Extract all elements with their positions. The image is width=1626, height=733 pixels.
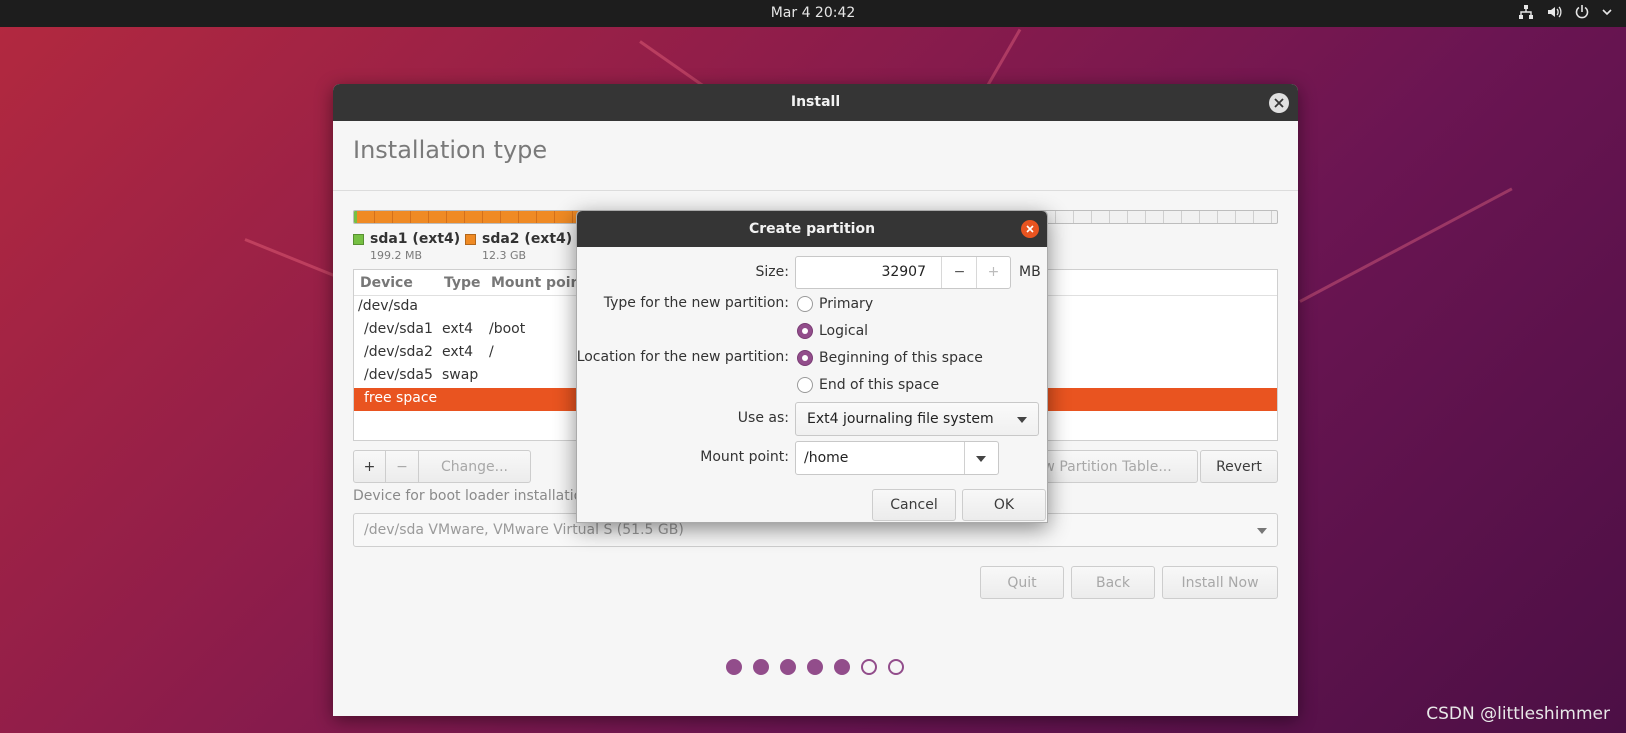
step-dot <box>861 659 877 675</box>
revert-button[interactable]: Revert <box>1200 450 1278 483</box>
column-header-type[interactable]: Type <box>444 275 481 291</box>
size-increment-button[interactable]: + <box>977 257 1010 288</box>
size-label: Size: <box>755 264 789 280</box>
system-tray[interactable] <box>1518 4 1612 20</box>
ok-button[interactable]: OK <box>962 489 1046 521</box>
radio-label: Primary <box>819 296 874 312</box>
network-icon[interactable] <box>1518 4 1534 20</box>
mount-point-input[interactable]: /home <box>804 450 848 466</box>
legend-swatch <box>353 234 364 245</box>
radio-primary[interactable]: Primary <box>797 296 873 312</box>
legend-name: sda2 (ext4) <box>482 231 573 247</box>
chevron-down-icon <box>1017 417 1027 423</box>
size-spinbutton[interactable]: 32907 − + <box>795 256 1011 289</box>
step-progress-indicator <box>726 659 904 675</box>
use-as-label: Use as: <box>737 410 789 426</box>
legend-size: 12.3 GB <box>482 249 527 262</box>
quit-button[interactable]: Quit <box>980 566 1064 599</box>
radio-button[interactable] <box>797 323 813 339</box>
step-dot <box>753 659 769 675</box>
use-as-value: Ext4 journaling file system <box>807 411 994 427</box>
location-label: Location for the new partition: <box>576 349 789 365</box>
radio-label: End of this space <box>819 377 940 393</box>
step-dot <box>780 659 796 675</box>
dialog-title: Create partition <box>748 221 876 237</box>
add-partition-button[interactable]: + <box>353 450 386 483</box>
size-input[interactable]: 32907 <box>881 264 926 280</box>
close-icon <box>1274 98 1284 108</box>
step-dot <box>726 659 742 675</box>
step-dot <box>888 659 904 675</box>
watermark: CSDN @littleshimmer <box>1426 704 1610 724</box>
mount-point-combo[interactable]: /home <box>795 441 999 475</box>
cell-device: /dev/sda5 <box>364 367 433 383</box>
window-close-button[interactable] <box>1269 93 1289 113</box>
chevron-down-icon[interactable] <box>976 456 986 462</box>
radio-end[interactable]: End of this space <box>797 377 939 393</box>
cell-device: free space <box>364 390 438 406</box>
window-title: Install <box>790 94 841 110</box>
partition-type-label: Type for the new partition: <box>603 295 789 311</box>
radio-label: Logical <box>819 323 869 339</box>
chevron-down-icon[interactable] <box>1602 4 1612 20</box>
cell-type: ext4 <box>442 344 474 360</box>
column-header-mount[interactable]: Mount point <box>491 275 587 291</box>
use-as-select[interactable]: Ext4 journaling file system <box>795 402 1039 436</box>
cell-device: /dev/sda2 <box>364 344 433 360</box>
install-now-button[interactable]: Install Now <box>1162 566 1278 599</box>
usage-segment-sda2 <box>357 211 602 223</box>
legend-size: 199.2 MB <box>370 249 423 262</box>
dialog-close-button[interactable] <box>1021 220 1039 238</box>
change-partition-button[interactable]: Change... <box>419 450 531 483</box>
back-button[interactable]: Back <box>1071 566 1155 599</box>
create-partition-dialog: Create partition Size: 32907 − + MB Type… <box>576 210 1048 523</box>
power-icon[interactable] <box>1574 4 1590 20</box>
column-header-device[interactable]: Device <box>360 275 413 291</box>
window-titlebar[interactable]: Install <box>333 84 1298 121</box>
size-decrement-button[interactable]: − <box>942 257 977 288</box>
step-dot <box>807 659 823 675</box>
step-dot <box>834 659 850 675</box>
chevron-down-icon <box>1257 528 1267 534</box>
cell-device: /dev/sda1 <box>364 321 433 337</box>
radio-button[interactable] <box>797 350 813 366</box>
close-icon <box>1026 225 1034 233</box>
cell-mount: / <box>489 344 494 360</box>
legend-item-sda1: sda1 (ext4) 199.2 MB <box>353 231 460 262</box>
radio-button[interactable] <box>797 377 813 393</box>
cell-type: swap <box>442 367 479 383</box>
clock[interactable]: Mar 4 20:42 <box>0 5 1626 21</box>
cancel-button[interactable]: Cancel <box>872 489 956 521</box>
size-unit: MB <box>1019 264 1041 280</box>
volume-icon[interactable] <box>1546 4 1562 20</box>
cell-device: /dev/sda <box>358 298 418 314</box>
boot-loader-label: Device for boot loader installation: <box>353 488 596 504</box>
radio-label: Beginning of this space <box>819 350 983 366</box>
dialog-titlebar[interactable]: Create partition <box>577 211 1047 247</box>
cell-mount: /boot <box>489 321 526 337</box>
divider <box>333 190 1298 191</box>
cell-type: ext4 <box>442 321 474 337</box>
top-bar: Mar 4 20:42 <box>0 0 1626 27</box>
legend-item-sda2: sda2 (ext4) 12.3 GB <box>465 231 572 262</box>
partition-toolbar: + − Change... <box>353 450 531 483</box>
remove-partition-button[interactable]: − <box>386 450 419 483</box>
boot-loader-value: /dev/sda VMware, VMware Virtual S (51.5 … <box>364 522 684 538</box>
radio-logical[interactable]: Logical <box>797 323 868 339</box>
legend-name: sda1 (ext4) <box>370 231 461 247</box>
page-title: Installation type <box>353 136 548 164</box>
radio-button[interactable] <box>797 296 813 312</box>
radio-beginning[interactable]: Beginning of this space <box>797 350 983 366</box>
mount-point-label: Mount point: <box>700 449 789 465</box>
legend-swatch <box>465 234 476 245</box>
